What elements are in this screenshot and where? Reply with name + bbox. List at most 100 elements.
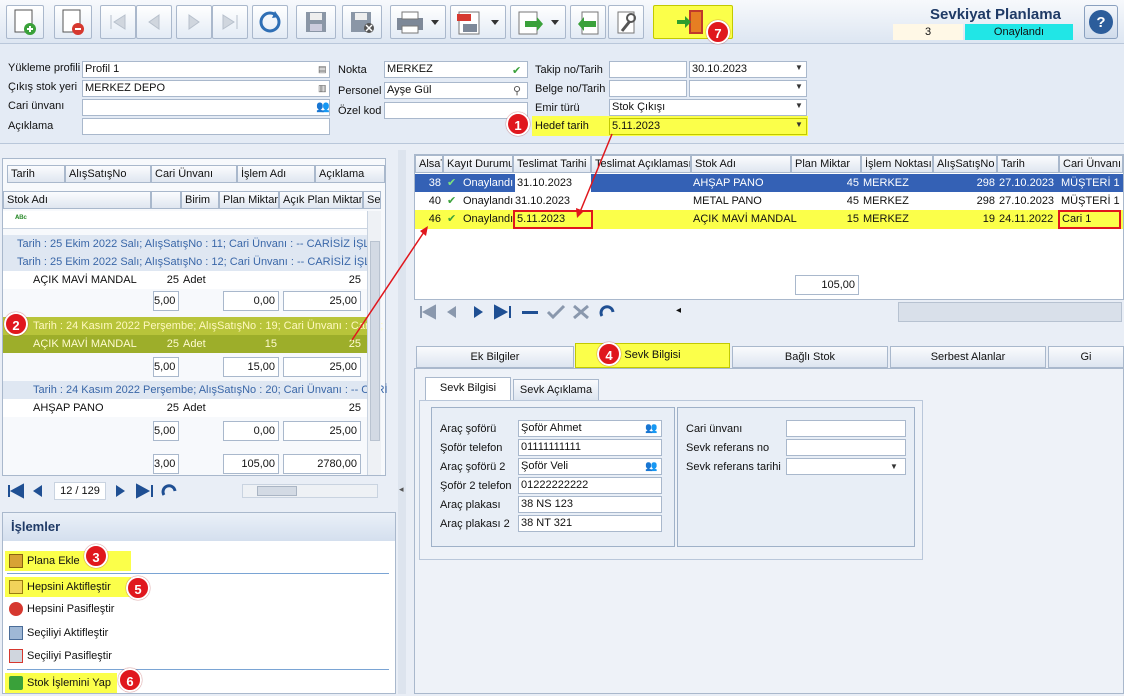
first-record-button[interactable] bbox=[100, 5, 136, 39]
table-row[interactable]: AÇIK MAVİ MANDAL 25 Adet 25 bbox=[3, 271, 381, 289]
col-stok-adi[interactable]: Stok Adı bbox=[691, 155, 791, 173]
chevron-down-icon[interactable]: ▼ bbox=[795, 63, 803, 72]
next-icon[interactable] bbox=[470, 304, 486, 320]
refresh-page-icon[interactable] bbox=[160, 483, 180, 499]
settings-button[interactable] bbox=[608, 5, 644, 39]
cari-unvani-field[interactable] bbox=[82, 99, 330, 116]
plana-ekle-action[interactable]: Plana Ekle bbox=[9, 551, 80, 571]
filter-row[interactable]: ᴬᴮᶜ bbox=[3, 211, 381, 229]
group-row[interactable]: Tarih : 24 Kasım 2022 Perşembe; AlışSatı… bbox=[3, 381, 388, 399]
prev-icon[interactable] bbox=[444, 304, 460, 320]
table-row-selected[interactable]: 38 ✔ Onaylandı 31.10.2023 AHŞAP PANO 45 … bbox=[415, 174, 1123, 192]
plaka2-field[interactable]: 38 NT 321 bbox=[518, 515, 662, 532]
cikis-stok-field[interactable]: MERKEZ DEPO bbox=[82, 80, 330, 97]
arac-soforu-field[interactable]: Şoför Ahmet bbox=[518, 420, 662, 437]
table-row-selected[interactable]: AÇIK MAVİ MANDAL 25 Adet 15 25 bbox=[3, 335, 381, 353]
last-record-button[interactable] bbox=[212, 5, 248, 39]
group-col-aciklama[interactable]: Açıklama bbox=[315, 165, 385, 183]
group-col-tarih[interactable]: Tarih bbox=[7, 165, 65, 183]
tab-ek-bilgiler[interactable]: Ek Bilgiler bbox=[416, 346, 574, 368]
col-kayit-durumu[interactable]: Kayıt Durumu bbox=[443, 155, 513, 173]
plaka-field[interactable]: 38 NS 123 bbox=[518, 496, 662, 513]
group-col-alissatisno[interactable]: AlışSatışNo bbox=[65, 165, 151, 183]
personel-field[interactable]: Ayşe Gül bbox=[384, 82, 528, 99]
subtab-sevk-bilgisi[interactable]: Sevk Bilgisi bbox=[425, 377, 511, 401]
subtab-sevk-aciklama[interactable]: Sevk Açıklama bbox=[513, 379, 599, 401]
ozel-kod-field[interactable] bbox=[384, 102, 528, 119]
cancel-icon[interactable] bbox=[572, 304, 590, 320]
arac-soforu2-field[interactable]: Şoför Veli bbox=[518, 458, 662, 475]
first-page-icon[interactable] bbox=[6, 483, 26, 499]
col-plan-miktar[interactable]: Plan Miktar bbox=[219, 191, 279, 209]
delete-button[interactable] bbox=[54, 5, 92, 39]
vertical-scrollbar[interactable] bbox=[367, 211, 381, 475]
chevron-down-icon[interactable]: ▼ bbox=[795, 120, 803, 129]
takip-tarih-field[interactable]: 30.10.2023 bbox=[689, 61, 807, 78]
col-teslimat-aciklama[interactable]: Teslimat Açıklaması bbox=[591, 155, 691, 173]
seciliyi-pasiflestir-action[interactable]: Seçiliyi Pasifleştir bbox=[9, 646, 112, 666]
help-button[interactable]: ? bbox=[1084, 5, 1118, 39]
seciliyi-aktiflestir-action[interactable]: Seçiliyi Aktifleştir bbox=[9, 623, 108, 643]
table-row-highlighted[interactable]: 46 ✔ Onaylandı 5.11.2023 AÇIK MAVİ MANDA… bbox=[415, 210, 1123, 229]
export-button[interactable] bbox=[510, 5, 566, 39]
ref-no-field[interactable] bbox=[786, 439, 906, 456]
users-icon[interactable]: 👥 bbox=[645, 461, 657, 472]
tab-gi[interactable]: Gi bbox=[1048, 346, 1124, 368]
sofor-tel-field[interactable]: 01111111111 bbox=[518, 439, 662, 456]
col-alsat[interactable]: AlsaT bbox=[415, 155, 443, 173]
users-icon[interactable]: 👥 bbox=[645, 423, 657, 434]
remove-icon[interactable] bbox=[520, 304, 540, 320]
group-col-islem[interactable]: İşlem Adı bbox=[237, 165, 315, 183]
refresh-button[interactable] bbox=[252, 5, 288, 39]
col-birim[interactable]: Birim bbox=[181, 191, 219, 209]
hedef-tarih-field[interactable]: 5.11.2023 bbox=[609, 118, 807, 135]
yukleme-profili-field[interactable]: Profil 1 bbox=[82, 61, 330, 78]
aciklama-field[interactable] bbox=[82, 118, 330, 135]
prev-record-button[interactable] bbox=[136, 5, 172, 39]
group-row-selected[interactable]: Tarih : 24 Kasım 2022 Perşembe; AlışSatı… bbox=[3, 317, 383, 335]
barcode-icon[interactable]: ▥ bbox=[318, 83, 327, 94]
hepsini-aktiflestir-action[interactable]: Hepsini Aktifleştir bbox=[9, 577, 111, 597]
takip-no-field[interactable] bbox=[609, 61, 687, 78]
col-tarih[interactable]: Tarih bbox=[997, 155, 1059, 173]
first-icon[interactable] bbox=[418, 304, 438, 320]
table-row[interactable]: AHŞAP PANO 25 Adet 25 bbox=[3, 399, 381, 417]
user-search-icon[interactable]: ⚲ bbox=[513, 84, 521, 97]
next-page-icon[interactable] bbox=[112, 483, 128, 499]
chevron-down-icon[interactable]: ▼ bbox=[890, 462, 898, 471]
tab-serbest-alanlar[interactable]: Serbest Alanlar bbox=[890, 346, 1046, 368]
confirm-icon[interactable] bbox=[546, 304, 566, 320]
nokta-field[interactable]: MERKEZ bbox=[384, 61, 528, 78]
cari-field[interactable] bbox=[786, 420, 906, 437]
sofor2-tel-field[interactable]: 01222222222 bbox=[518, 477, 662, 494]
col-blank[interactable] bbox=[151, 191, 181, 209]
group-row[interactable]: Tarih : 25 Ekim 2022 Salı; AlışSatışNo :… bbox=[3, 253, 381, 271]
row-teslimat[interactable]: 31.10.2023 bbox=[515, 174, 591, 192]
cancel-save-button[interactable] bbox=[342, 5, 382, 39]
list-icon[interactable]: ▤ bbox=[318, 64, 327, 75]
col-sev[interactable]: Sev bbox=[363, 191, 381, 209]
chevron-down-icon[interactable]: ▼ bbox=[795, 101, 803, 110]
chevron-down-icon[interactable]: ▼ bbox=[795, 82, 803, 91]
col-alissatisno[interactable]: AlışSatışNo bbox=[933, 155, 997, 173]
belge-tarih-field[interactable] bbox=[689, 80, 807, 97]
col-acik-plan[interactable]: Açık Plan Miktar bbox=[279, 191, 363, 209]
splitter[interactable]: ◂ bbox=[398, 150, 406, 694]
last-icon[interactable] bbox=[492, 304, 514, 320]
ref-tarih-field[interactable] bbox=[786, 458, 906, 475]
scroll-left-icon[interactable]: ◂ bbox=[676, 305, 681, 316]
h-scroll-thumb[interactable] bbox=[257, 486, 297, 496]
belge-no-field[interactable] bbox=[609, 80, 687, 97]
hepsini-pasiflestir-action[interactable]: Hepsini Pasifleştir bbox=[9, 599, 114, 619]
col-plan-miktar[interactable]: Plan Miktar bbox=[791, 155, 861, 173]
tab-bagli-stok[interactable]: Bağlı Stok bbox=[732, 346, 888, 368]
horizontal-scrollbar[interactable] bbox=[242, 484, 378, 498]
last-page-icon[interactable] bbox=[134, 483, 156, 499]
print-button[interactable] bbox=[390, 5, 446, 39]
users-icon[interactable]: 👥 bbox=[316, 100, 330, 113]
save-button[interactable] bbox=[296, 5, 336, 39]
new-button[interactable] bbox=[6, 5, 44, 39]
col-islem-noktasi[interactable]: İşlem Noktası bbox=[861, 155, 933, 173]
stok-islemini-yap-action[interactable]: Stok İşlemini Yap bbox=[9, 673, 111, 693]
col-cari-unvani[interactable]: Cari Ünvanı bbox=[1059, 155, 1123, 173]
